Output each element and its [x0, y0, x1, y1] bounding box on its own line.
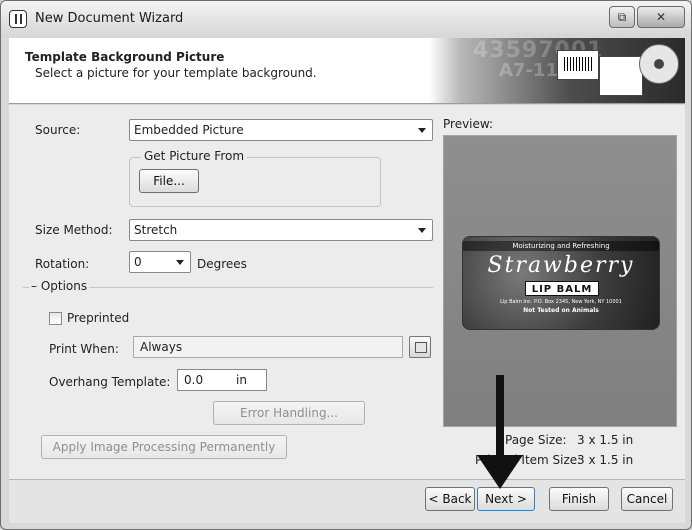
disc-icon: [639, 44, 679, 84]
label-title: Strawberry: [487, 253, 635, 278]
source-dropdown[interactable]: Embedded Picture: [129, 119, 433, 141]
print-when-label: Print When:: [49, 342, 119, 356]
print-when-field[interactable]: Always: [133, 336, 403, 358]
overhang-unit: in: [236, 373, 247, 387]
back-button[interactable]: < Back: [425, 487, 475, 511]
wizard-header: Template Background Picture Select a pic…: [9, 38, 685, 104]
wizard-content: Source: Embedded Picture Get Picture Fro…: [9, 105, 685, 479]
label-address: Lip Balm Inc. P.O. Box 2345, New York, N…: [500, 299, 622, 305]
chevron-down-icon: [418, 128, 426, 133]
restore-button[interactable]: ⧉: [609, 6, 635, 28]
chevron-down-icon: [176, 260, 184, 265]
size-method-dropdown[interactable]: Stretch: [129, 219, 433, 241]
title-bar: New Document Wizard ⧉ ✕: [1, 1, 691, 37]
file-button[interactable]: File...: [139, 169, 199, 193]
print-when-picker-button[interactable]: [409, 336, 431, 358]
app-icon: [9, 10, 27, 28]
options-legend: – Options: [29, 279, 90, 293]
cancel-button[interactable]: Cancel: [621, 487, 673, 511]
size-method-value: Stretch: [134, 223, 178, 237]
page-size-value: 3 x 1.5 in: [577, 433, 634, 447]
header-banner-image: 43597001 A7-118: [429, 38, 685, 103]
annotation-arrow-head: [477, 455, 523, 489]
finish-button[interactable]: Finish: [549, 487, 609, 511]
qr-card-icon: [599, 56, 643, 96]
label-note: Not Tested on Animals: [523, 307, 599, 314]
source-label: Source:: [35, 123, 81, 137]
get-picture-from-legend: Get Picture From: [141, 149, 248, 163]
label-top-text: Moisturizing and Refreshing: [463, 241, 659, 251]
next-button[interactable]: Next >: [477, 487, 535, 511]
rotation-unit: Degrees: [197, 257, 247, 271]
preprinted-checkbox[interactable]: [49, 312, 62, 325]
preview-label-image: Moisturizing and Refreshing Strawberry L…: [462, 236, 660, 330]
header-title: Template Background Picture: [25, 50, 225, 64]
error-handling-button[interactable]: Error Handling...: [213, 401, 365, 425]
source-value: Embedded Picture: [134, 123, 244, 137]
rotation-dropdown[interactable]: 0: [129, 251, 191, 273]
annotation-arrow-shaft: [496, 375, 504, 459]
preview-label: Preview:: [443, 117, 494, 131]
chevron-down-icon: [418, 228, 426, 233]
label-subtitle: LIP BALM: [525, 281, 599, 296]
apply-image-processing-button[interactable]: Apply Image Processing Permanently: [41, 435, 287, 459]
overhang-label: Overhang Template:: [49, 375, 171, 389]
preprinted-label: Preprinted: [67, 311, 130, 325]
wizard-window: New Document Wizard ⧉ ✕ Template Backgro…: [0, 0, 692, 530]
barcode-icon: [564, 57, 592, 71]
overhang-value: 0.0: [184, 373, 204, 387]
window-title: New Document Wizard: [35, 11, 184, 26]
annotation-arrow-icon: [477, 375, 523, 489]
rotation-value: 0: [134, 255, 142, 269]
overhang-field[interactable]: 0.0 in: [177, 369, 267, 391]
options-legend-text: Options: [40, 279, 88, 293]
header-subtitle: Select a picture for your template backg…: [35, 66, 317, 80]
printed-item-size-value: 3 x 1.5 in: [577, 453, 634, 467]
barcode-card-icon: [557, 50, 599, 80]
rotation-label: Rotation:: [35, 257, 90, 271]
close-button[interactable]: ✕: [637, 6, 685, 28]
size-method-label: Size Method:: [35, 223, 113, 237]
